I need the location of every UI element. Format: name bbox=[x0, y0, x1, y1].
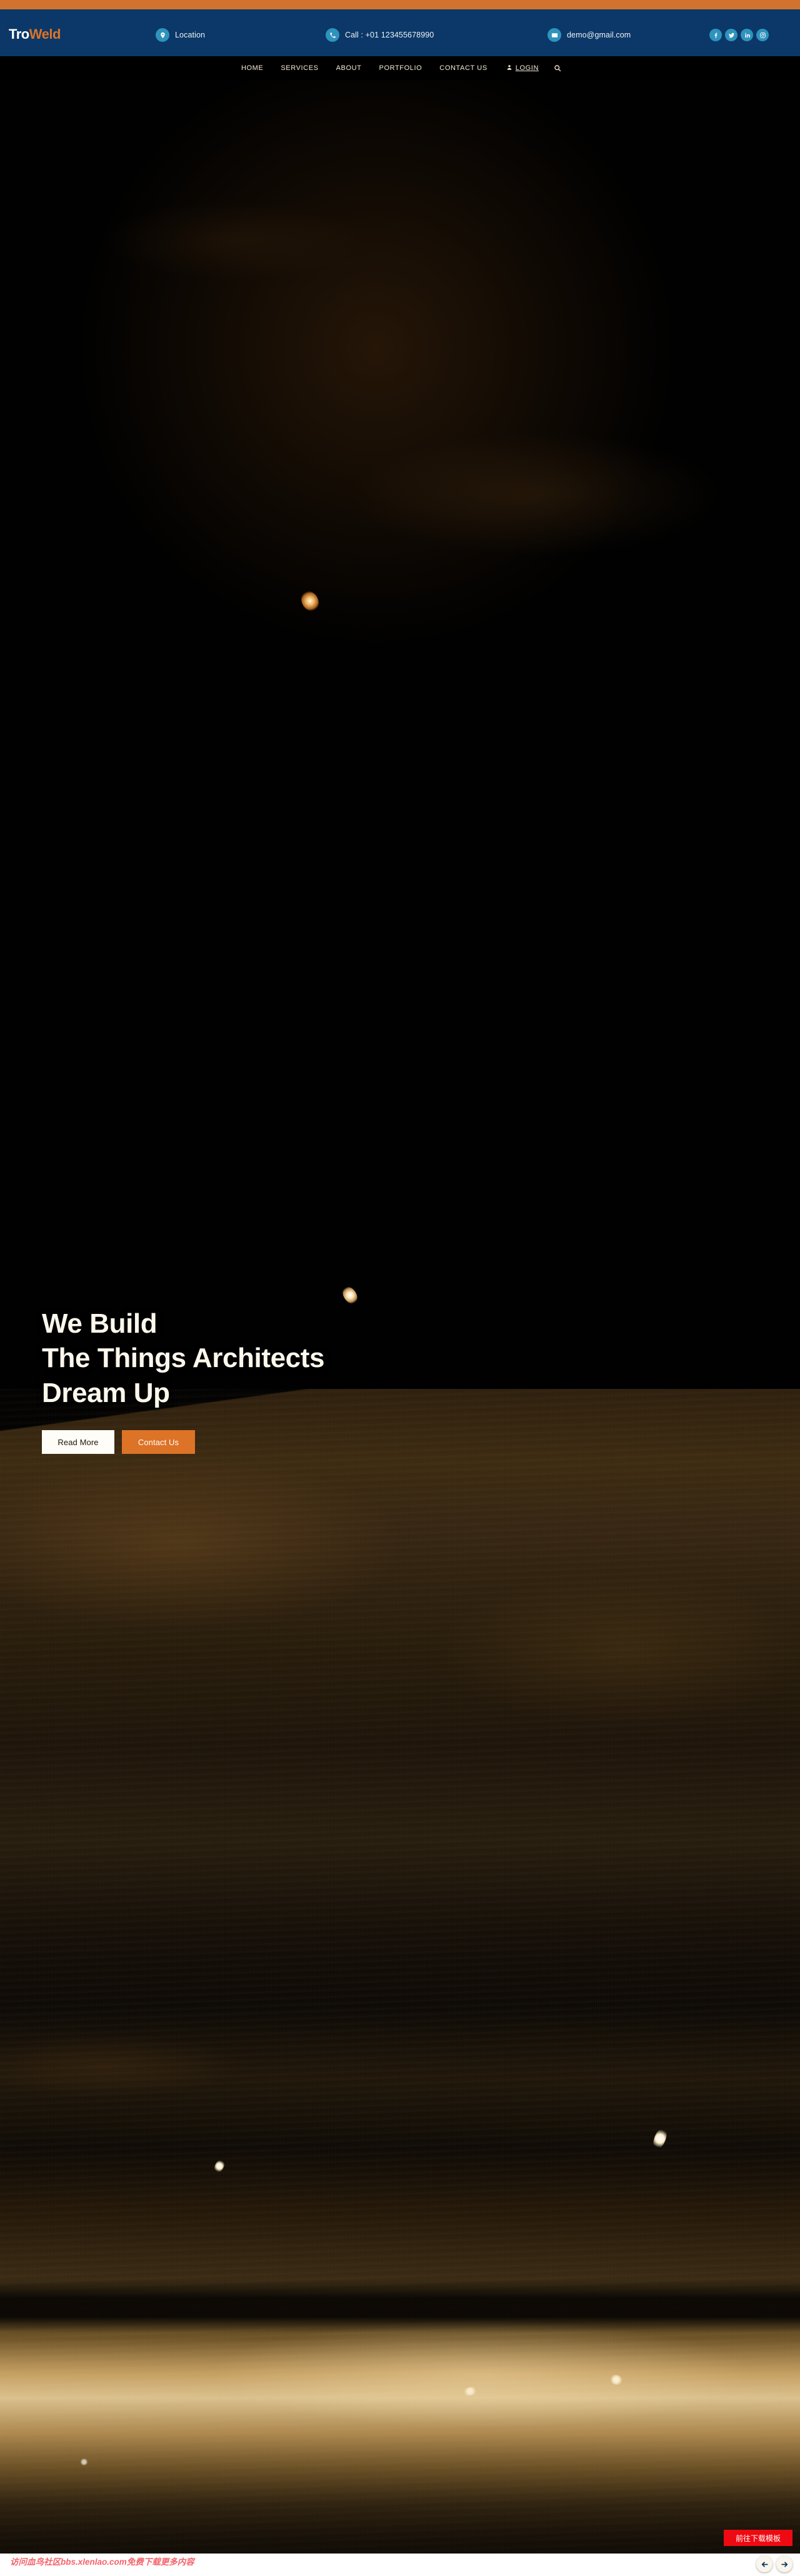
page-root: TroWeld Location Call : +01 123455678990… bbox=[0, 0, 800, 2576]
spark-glow bbox=[298, 587, 322, 615]
arrow-left-icon[interactable] bbox=[756, 2556, 772, 2572]
location-pin-icon bbox=[156, 28, 169, 42]
instagram-icon[interactable] bbox=[756, 29, 769, 41]
contact-location-label: Location bbox=[175, 31, 206, 39]
logo-text-secondary: Weld bbox=[29, 26, 61, 42]
contact-us-button[interactable]: Contact Us bbox=[122, 1430, 195, 1455]
nav-item-home[interactable]: HOME bbox=[232, 64, 272, 72]
site-logo[interactable]: TroWeld bbox=[9, 26, 61, 42]
main-navigation: HOME SERVICES ABOUT PORTFOLIO CONTACT US… bbox=[0, 56, 800, 80]
nav-item-services[interactable]: SERVICES bbox=[272, 64, 327, 72]
linkedin-icon[interactable] bbox=[741, 29, 753, 41]
nav-item-login[interactable]: LOGIN bbox=[496, 64, 545, 72]
user-icon bbox=[506, 64, 512, 72]
top-accent-stripe bbox=[0, 0, 800, 9]
download-template-button[interactable]: 前往下载模板 bbox=[724, 2530, 792, 2546]
envelope-icon bbox=[548, 28, 561, 42]
watermark-text: 访问血鸟社区bbs.xlenlao.com免费下载更多内容 bbox=[10, 2557, 194, 2567]
hero-cta-group: Read More Contact Us bbox=[42, 1430, 324, 1455]
logo-text-primary: Tro bbox=[9, 26, 29, 42]
metal-glint bbox=[461, 2385, 479, 2397]
contact-phone-label: Call : +01 123455678990 bbox=[345, 31, 434, 39]
carousel-navigation bbox=[756, 2556, 792, 2572]
arrow-right-icon[interactable] bbox=[776, 2556, 792, 2572]
metal-glint bbox=[212, 2158, 227, 2174]
metal-glint bbox=[608, 2372, 624, 2387]
nav-login-label: LOGIN bbox=[515, 64, 539, 72]
metal-glint bbox=[80, 2459, 88, 2465]
hero-headline: We Build The Things Architects Dream Up bbox=[42, 1308, 325, 1408]
facebook-icon[interactable] bbox=[709, 29, 722, 41]
read-more-button[interactable]: Read More bbox=[42, 1430, 114, 1455]
photo-shadow-band bbox=[0, 2279, 800, 2333]
contact-location[interactable]: Location bbox=[156, 28, 205, 42]
phone-icon bbox=[326, 28, 339, 42]
contact-phone[interactable]: Call : +01 123455678990 bbox=[326, 28, 434, 42]
nav-item-portfolio[interactable]: PORTFOLIO bbox=[371, 64, 431, 72]
search-icon[interactable] bbox=[545, 64, 568, 72]
hero-content: We Build The Things Architects Dream Up … bbox=[42, 1306, 325, 1455]
contact-email-label: demo@gmail.com bbox=[567, 31, 631, 39]
contact-email[interactable]: demo@gmail.com bbox=[548, 28, 631, 42]
hero-section: We Build The Things Architects Dream Up … bbox=[0, 80, 800, 2576]
nav-item-contact-us[interactable]: CONTACT US bbox=[431, 64, 496, 72]
twitter-icon[interactable] bbox=[725, 29, 738, 41]
hero-dark-backdrop bbox=[0, 80, 800, 1417]
top-contact-bar: TroWeld Location Call : +01 123455678990… bbox=[0, 9, 800, 56]
hero-photo-backdrop bbox=[0, 1389, 800, 2576]
nav-item-about[interactable]: ABOUT bbox=[328, 64, 371, 72]
social-links bbox=[709, 29, 769, 41]
metal-glint bbox=[650, 2126, 670, 2152]
